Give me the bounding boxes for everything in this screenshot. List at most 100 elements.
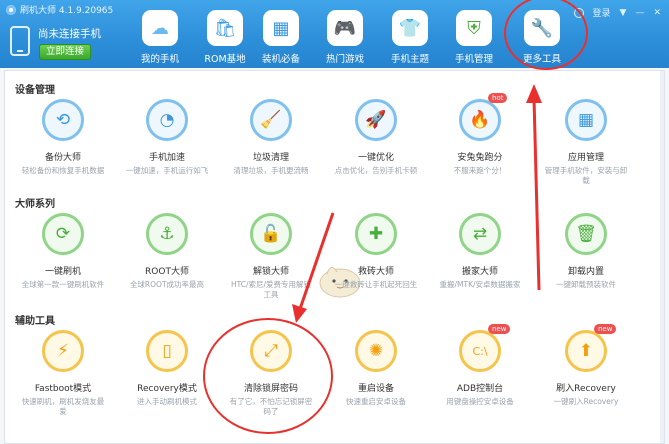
tool-description: 重搬/MTK/安卓数据搬家 bbox=[439, 280, 521, 289]
rocket-icon: 🚀 bbox=[355, 99, 397, 141]
nav-item-label: 装机必备 bbox=[261, 54, 300, 65]
tool-item[interactable]: ⇄ 搬家大师 重搬/MTK/安卓数据搬家 bbox=[430, 213, 530, 300]
tool-name: Fastboot模式 bbox=[34, 384, 92, 394]
tool-item[interactable]: ▦ 应用管理 管理手机软件，安装与卸载 bbox=[536, 99, 636, 186]
tool-item[interactable]: ◔ 手机加速一键加速，手机运行如飞 bbox=[117, 99, 217, 186]
phone-recovery-icon: ▯ bbox=[146, 330, 188, 372]
tool-description: 一键卸载预装软件 bbox=[556, 280, 616, 289]
menu-icon[interactable]: ▼ bbox=[620, 8, 627, 18]
trash-icon: 🗑 bbox=[565, 213, 607, 255]
tool-item[interactable]: ✺ 重启设备快速重启安卓设备 bbox=[326, 330, 426, 417]
tool-description: 点击优化，告别手机卡顿 bbox=[334, 166, 418, 175]
tool-name: 垃圾清理 bbox=[252, 153, 289, 163]
tool-description: 一键刷入Recovery bbox=[553, 397, 619, 406]
tool-item[interactable]: ▯ Recovery模式 进入手动刷机模式 bbox=[117, 330, 217, 417]
tool-item[interactable]: ⚓ ROOT大师 全球ROOT成功率最高 bbox=[117, 213, 217, 300]
tool-item[interactable]: ⟲ 备份大师轻松备份和恢复手机数据 bbox=[13, 99, 113, 186]
spinner-icon: ✺ bbox=[355, 330, 397, 372]
tool-name: 救砖大师 bbox=[357, 267, 394, 277]
badge: hot bbox=[488, 93, 508, 103]
tools-panel: 设备管理 ⟲ 备份大师轻松备份和恢复手机数据 ◔ 手机加速一键加速，手机运行如飞 🧹 垃圾清… bbox=[4, 70, 665, 444]
nav-item-label: ROM基地 bbox=[204, 54, 246, 65]
shopping-bag-icon: 🛍 bbox=[207, 10, 243, 46]
app-title-text: 刷机大师 4.1.9.20965 bbox=[20, 6, 114, 16]
connect-button[interactable]: 立即连接 bbox=[39, 44, 91, 60]
shield-phone-icon: ⛨ bbox=[456, 10, 492, 46]
tool-description: 用键盘操控安卓设备 bbox=[446, 397, 514, 406]
tool-description: 快速重启安卓设备 bbox=[346, 397, 406, 406]
nav-item-label: 更多工具 bbox=[522, 54, 561, 65]
apps-icon: ▦ bbox=[565, 99, 607, 141]
transfer-icon: ⇄ bbox=[459, 213, 501, 255]
tool-item[interactable]: 🗑 卸载内置 一键卸载预装软件 bbox=[536, 213, 636, 300]
tool-name: 备份大师 bbox=[44, 153, 81, 163]
minimize-icon[interactable]: — bbox=[635, 8, 644, 18]
nav-item-1[interactable]: 🛍 ROM基地 bbox=[193, 10, 257, 65]
refresh-icon: ⟳ bbox=[42, 213, 84, 255]
tool-description: 不服来跑个分！ bbox=[453, 166, 507, 175]
tool-description: 一键加速，手机运行如飞 bbox=[125, 166, 209, 175]
tool-name: 清除锁屏密码 bbox=[243, 384, 298, 394]
grid-icon: ▦ bbox=[263, 10, 299, 46]
tool-name: ADB控制台 bbox=[456, 384, 504, 394]
nav-item-5[interactable]: ⛨ 手机管理 bbox=[442, 10, 506, 65]
nav-item-4[interactable]: 👕 手机主题 bbox=[378, 10, 442, 65]
nav-item-6[interactable]: 🔧 更多工具 bbox=[510, 10, 574, 65]
tool-description: 清理垃圾，手机更流畅 bbox=[233, 166, 309, 175]
phone-plus-icon: ✚ bbox=[355, 213, 397, 255]
nodes-icon: ⤢ bbox=[250, 330, 292, 372]
user-icon bbox=[573, 7, 584, 18]
speedometer-icon: ◔ bbox=[146, 99, 188, 141]
nav-item-0[interactable]: ☁ 我的手机 bbox=[128, 10, 192, 65]
nav-item-label: 我的手机 bbox=[140, 54, 179, 65]
tool-item[interactable]: ✚ 救砖大师 一键救砖让手机起死回生 bbox=[326, 213, 426, 300]
badge: new bbox=[488, 324, 511, 334]
console-icon: C:\ bbox=[459, 330, 501, 372]
login-link[interactable]: 登录 bbox=[593, 6, 611, 19]
app-title: 刷机大师 4.1.9.20965 bbox=[6, 3, 113, 16]
device-status-text: 尚未连接手机 bbox=[38, 28, 101, 40]
tool-item[interactable]: ⟳ 一键刷机全球第一款一键刷机软件 bbox=[13, 213, 113, 300]
tool-name: ROOT大师 bbox=[145, 267, 189, 277]
shirt-icon: 👕 bbox=[392, 10, 428, 46]
nav-item-label: 手机管理 bbox=[454, 54, 493, 65]
tool-description: 有了它，不怕忘记锁屏密码了 bbox=[229, 397, 313, 416]
tool-item[interactable]: 🚀 一键优化点击优化，告别手机卡顿 bbox=[326, 99, 426, 186]
restore-icon: ⟲ bbox=[42, 99, 84, 141]
unlock-icon: 🔓 bbox=[250, 213, 292, 255]
section-title: 辅助工具 bbox=[15, 316, 55, 327]
nav-item-2[interactable]: ▦ 装机必备 bbox=[249, 10, 313, 65]
tool-description: 全球第一款一键刷机软件 bbox=[21, 280, 105, 289]
close-icon[interactable]: ✕ bbox=[653, 8, 661, 18]
app-logo-icon bbox=[6, 4, 16, 15]
tool-name: 解锁大师 bbox=[252, 267, 289, 277]
tool-name: 一键刷机 bbox=[44, 267, 81, 277]
tool-description: 进入手动刷机模式 bbox=[137, 397, 197, 406]
broom-icon: 🧹 bbox=[250, 99, 292, 141]
tool-name: 刷入Recovery bbox=[556, 384, 616, 394]
nav-item-label: 热门游戏 bbox=[325, 54, 364, 65]
tool-item[interactable]: 🔥 hot 安兔兔跑分 不服来跑个分！ bbox=[430, 93, 530, 186]
scrollbar[interactable] bbox=[660, 71, 664, 443]
gamepad-icon: 🎮 bbox=[327, 10, 363, 46]
tool-name: 重启设备 bbox=[357, 384, 394, 394]
top-toolbar: 刷机大师 4.1.9.20965 尚未连接手机 立即连接 ☁ 我的手机 🛍 ROM基地… bbox=[0, 0, 669, 68]
section-title: 设备管理 bbox=[15, 85, 55, 96]
wrench-icon: 🔧 bbox=[524, 10, 560, 46]
tool-name: 手机加速 bbox=[148, 153, 185, 163]
tool-item[interactable]: 🧹 垃圾清理清理垃圾，手机更流畅 bbox=[221, 99, 321, 186]
tool-item[interactable]: 🔓 解锁大师 HTC/索尼/爱费专用解锁工具 bbox=[221, 213, 321, 300]
tool-item[interactable]: ⤢ 清除锁屏密码有了它，不怕忘记锁屏密码了 bbox=[221, 330, 321, 417]
cloud-icon: ☁ bbox=[142, 10, 178, 46]
tool-description: 轻松备份和恢复手机数据 bbox=[21, 166, 105, 175]
phone-icon bbox=[10, 26, 30, 56]
tool-item[interactable]: ⚡ Fastboot模式 快速刷机，刷机发烧友最爱 bbox=[13, 330, 113, 417]
tool-item[interactable]: ⬆ new 刷入Recovery 一键刷入Recovery bbox=[536, 324, 636, 417]
tool-description: 全球ROOT成功率最高 bbox=[129, 280, 205, 289]
nav-item-3[interactable]: 🎮 热门游戏 bbox=[313, 10, 377, 65]
tool-item[interactable]: C:\ new ADB控制台用键盘操控安卓设备 bbox=[430, 324, 530, 417]
tool-name: Recovery模式 bbox=[137, 384, 197, 394]
tool-name: 一键优化 bbox=[357, 153, 394, 163]
tool-description: 管理手机软件，安装与卸载 bbox=[544, 166, 628, 185]
flash-recovery-icon: ⬆ bbox=[565, 330, 607, 372]
